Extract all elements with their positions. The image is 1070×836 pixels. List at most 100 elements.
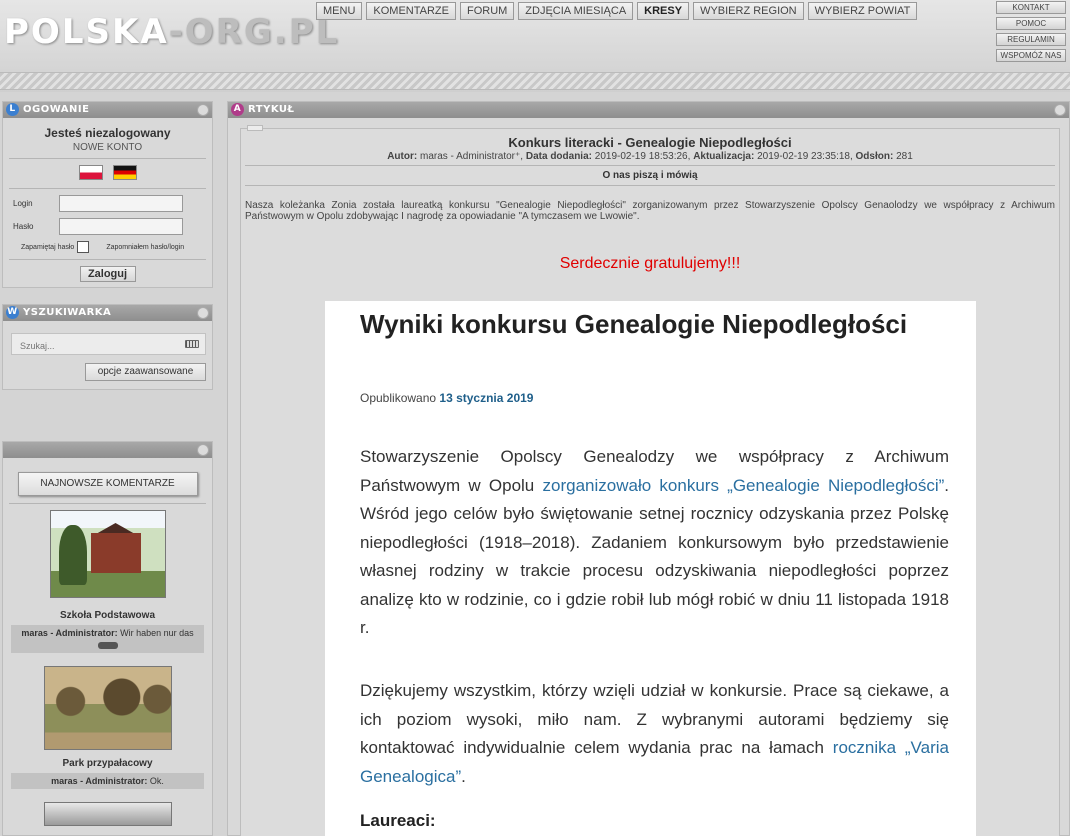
meta-added-label: Data dodania: xyxy=(525,151,592,162)
panel-toggle-icon[interactable] xyxy=(197,307,209,319)
divider xyxy=(9,503,206,504)
divider xyxy=(245,165,1055,166)
forgot-password-link[interactable]: Zapomniałem hasło/login xyxy=(106,244,184,251)
published-date: 13 stycznia 2019 xyxy=(439,391,534,405)
german-flag-icon[interactable] xyxy=(112,165,137,180)
new-account-link[interactable]: NOWE KONTO xyxy=(3,142,212,153)
article-content: Konkurs literacki - Genealogie Niepodleg… xyxy=(240,125,1060,836)
tree-shape xyxy=(58,525,87,585)
meta-author[interactable]: maras - Administrator xyxy=(420,151,515,162)
comment-item[interactable]: maras - Administrator: Ok. xyxy=(11,773,204,789)
comment-author: maras - Administrator: xyxy=(21,628,118,638)
login-status: Jesteś niezalogowany xyxy=(44,126,171,140)
content-tab xyxy=(247,125,263,131)
nav-choose-county[interactable]: WYBIERZ POWIAT xyxy=(807,2,918,20)
embedded-paragraph: Stowarzyszenie Opolscy Genealodzy we wsp… xyxy=(360,443,949,643)
panel-toggle-icon[interactable] xyxy=(197,444,209,456)
login-letter-icon: L xyxy=(6,103,19,116)
password-label: Hasło xyxy=(13,222,34,231)
panel-toggle-icon[interactable] xyxy=(1054,104,1066,116)
divider xyxy=(9,259,206,260)
trees-shape xyxy=(44,675,171,719)
article-title-text: RTYKUŁ xyxy=(248,104,295,115)
remember-row: Zapamiętaj hasło Zapomniałem hasło/login xyxy=(3,241,212,253)
login-label: Login xyxy=(13,199,33,208)
nav-comments[interactable]: KOMENTARZE xyxy=(366,2,456,20)
meta-updated-label: Aktualizacja: xyxy=(693,151,755,162)
advanced-search-button[interactable]: opcje zaawansowane xyxy=(85,363,206,381)
published-label: Opublikowano xyxy=(360,391,437,405)
nav-contact[interactable]: KONTAKT xyxy=(996,1,1066,14)
comments-panel: NAJNOWSZE KOMENTARZE Szkoła Podstawowa m… xyxy=(2,441,213,836)
password-input[interactable] xyxy=(59,218,183,235)
header-decoration xyxy=(0,72,1070,90)
meta-added: 2019-02-19 18:53:26 xyxy=(594,151,688,162)
church-thumbnail[interactable] xyxy=(43,802,172,826)
nav-menu[interactable]: MENU xyxy=(316,2,363,20)
meta-author-label: Autor: xyxy=(387,151,418,162)
panel-toggle-icon[interactable] xyxy=(197,104,209,116)
more-icon[interactable] xyxy=(97,642,118,650)
comment-text: Wir haben nur das xyxy=(120,628,194,638)
article-body: Nasza koleżanka Zonia została laureatką … xyxy=(245,200,1055,222)
meta-views-label: Odsłon: xyxy=(855,151,894,162)
site-header: POLSKA-ORG.PL MENU KOMENTARZE FORUM ZDJĘ… xyxy=(0,0,1070,92)
comment-item-title[interactable]: Park przypałacowy xyxy=(3,758,212,769)
login-panel-title: L OGOWANIE xyxy=(3,102,212,118)
comment-item-title[interactable]: Szkoła Podstawowa xyxy=(3,610,212,621)
paragraph-text: . xyxy=(461,766,466,786)
divider xyxy=(9,158,206,159)
embedded-paragraph: Dziękujemy wszystkim, którzy wzięli udzi… xyxy=(360,677,949,791)
embedded-heading: Wyniki konkursu Genealogie Niepodległośc… xyxy=(360,309,908,339)
polish-flag-icon[interactable] xyxy=(78,165,103,180)
nav-support[interactable]: WSPOMÓŻ NAS xyxy=(996,49,1066,62)
comments-panel-title xyxy=(3,442,212,458)
nav-forum[interactable]: FORUM xyxy=(459,2,515,20)
search-input[interactable] xyxy=(12,336,172,356)
article-letter-icon: A xyxy=(231,103,244,116)
article-panel-title: A RTYKUŁ xyxy=(228,102,1069,118)
contest-link: zorganizowało konkurs „Genealogie Niepod… xyxy=(542,475,945,495)
login-button[interactable]: Zaloguj xyxy=(79,266,136,282)
remember-checkbox[interactable] xyxy=(77,241,90,253)
house-shape xyxy=(90,533,141,573)
logo-main: POLSKA xyxy=(4,12,169,52)
divider xyxy=(245,185,1055,186)
search-letter-icon: W xyxy=(6,306,19,319)
meta-updated: 2019-02-19 23:35:18 xyxy=(757,151,850,162)
park-thumbnail[interactable] xyxy=(43,666,172,750)
article-meta: Autor: maras - Administrator⁺, Data doda… xyxy=(387,151,913,162)
nav-choose-region[interactable]: WYBIERZ REGION xyxy=(693,2,804,20)
search-panel-title: W YSZUKIWARKA xyxy=(3,305,212,321)
article-panel: A RTYKUŁ Konkurs literacki - Genealogie … xyxy=(227,101,1070,836)
nav-rules[interactable]: REGULAMIN xyxy=(996,33,1066,46)
nav-help[interactable]: POMOC xyxy=(996,17,1066,30)
login-input[interactable] xyxy=(59,195,183,212)
logo-rest: -ORG.PL xyxy=(168,12,340,52)
search-title-text: YSZUKIWARKA xyxy=(23,307,112,318)
meta-views: 281 xyxy=(896,151,913,162)
top-navigation: MENU KOMENTARZE FORUM ZDJĘCIA MIESIĄCA K… xyxy=(316,2,918,20)
login-panel: L OGOWANIE Jesteś niezalogowany NOWE KON… xyxy=(2,101,213,288)
comment-text: Ok. xyxy=(149,776,164,786)
paragraph-text: . Wśród jego celów było świętowanie setn… xyxy=(360,475,949,638)
search-box xyxy=(11,333,206,356)
article-title: Konkurs literacki - Genealogie Niepodleg… xyxy=(508,135,792,150)
school-thumbnail[interactable] xyxy=(49,510,166,598)
side-navigation: KONTAKT POMOC REGULAMIN WSPOMÓŻ NAS xyxy=(996,1,1066,62)
language-flags xyxy=(3,165,212,180)
nav-kresy[interactable]: KRESY xyxy=(637,2,690,20)
divider xyxy=(9,188,206,189)
comment-item[interactable]: maras - Administrator: Wir haben nur das xyxy=(11,625,204,653)
embedded-laureates: Laureaci: xyxy=(360,811,436,830)
login-title-text: OGOWANIE xyxy=(23,104,90,115)
keyboard-icon[interactable] xyxy=(185,340,199,348)
nav-photos-of-month[interactable]: ZDJĘCIA MIESIĄCA xyxy=(518,2,634,20)
article-section[interactable]: O nas piszą i mówią xyxy=(241,170,1059,181)
embedded-published: Opublikowano 13 stycznia 2019 xyxy=(360,391,533,405)
remember-label: Zapamiętaj hasło xyxy=(21,243,75,251)
site-logo[interactable]: POLSKA-ORG.PL xyxy=(4,12,339,52)
comment-author: maras - Administrator: xyxy=(51,776,148,786)
search-panel: W YSZUKIWARKA opcje zaawansowane xyxy=(2,304,213,390)
newest-comments-button[interactable]: NAJNOWSZE KOMENTARZE xyxy=(17,472,198,496)
